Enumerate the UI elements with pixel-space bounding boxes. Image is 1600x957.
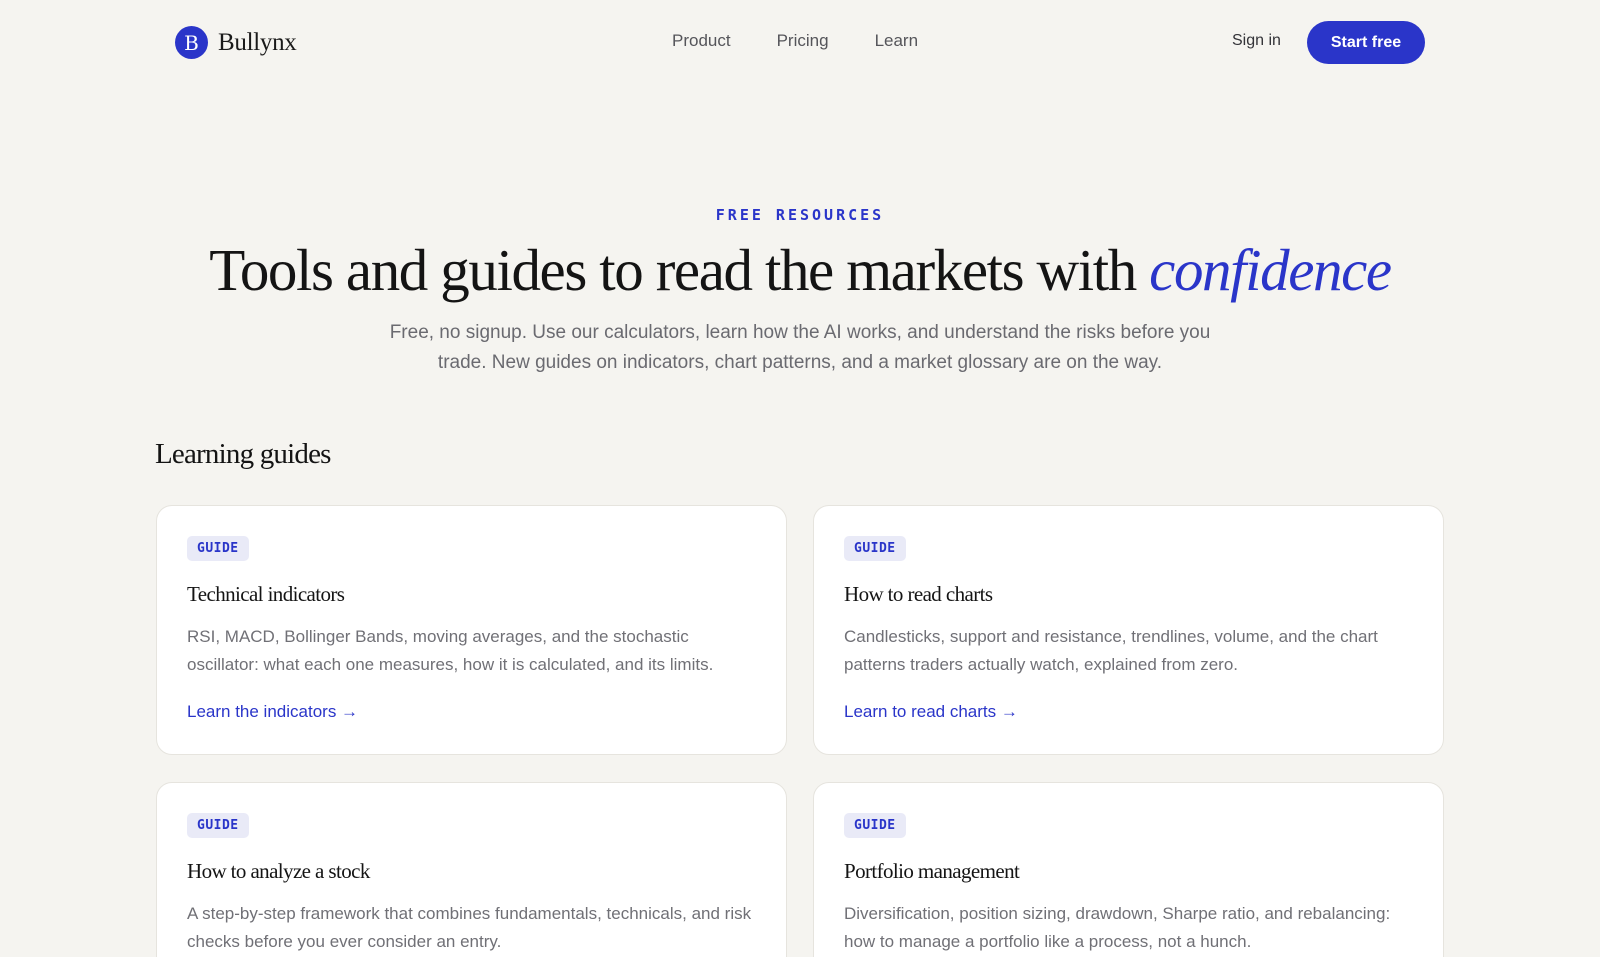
- guide-card-description: Diversification, position sizing, drawdo…: [844, 904, 1391, 951]
- nav-item-pricing[interactable]: Pricing: [777, 31, 829, 51]
- guide-card-description: Candlesticks, support and resistance, tr…: [844, 627, 1378, 674]
- guide-badge: GUIDE: [187, 813, 249, 838]
- main-nav: Product Pricing Learn: [672, 31, 964, 51]
- brand-logo-icon: B: [175, 26, 208, 59]
- guide-card-title: Technical indicators: [187, 582, 345, 606]
- guide-card-portfolio-management[interactable]: GUIDE Portfolio management Diversificati…: [813, 782, 1444, 957]
- sign-in-link[interactable]: Sign in: [1232, 32, 1281, 50]
- brand-name: Bullynx: [218, 28, 297, 56]
- guide-card-description: A step-by-step framework that combines f…: [187, 904, 752, 951]
- start-free-button[interactable]: Start free: [1307, 21, 1425, 64]
- hero-title: Tools and guides to read the markets wit…: [0, 236, 1600, 305]
- hero-title-accent: confidence: [1149, 237, 1392, 303]
- brand-logo-link[interactable]: B Bullynx: [175, 26, 297, 59]
- guide-card-technical-indicators[interactable]: GUIDE Technical indicators RSI, MACD, Bo…: [156, 505, 787, 755]
- learn-indicators-link[interactable]: Learn the indicators →: [187, 702, 358, 722]
- nav-item-product[interactable]: Product: [672, 31, 731, 51]
- hero-eyebrow: FREE RESOURCES: [715, 206, 885, 224]
- guide-badge: GUIDE: [844, 536, 906, 561]
- guide-card-title: How to analyze a stock: [187, 859, 370, 883]
- guide-card-read-charts[interactable]: GUIDE How to read charts Candlesticks, s…: [813, 505, 1444, 755]
- site-header: B Bullynx Product Pricing Learn Sign in …: [0, 0, 1600, 86]
- hero-subtitle: Free, no signup. Use our calculators, le…: [389, 322, 1211, 373]
- nav-item-learn[interactable]: Learn: [875, 31, 918, 51]
- guide-card-title: How to read charts: [844, 582, 993, 606]
- learn-read-charts-link[interactable]: Learn to read charts →: [844, 702, 1018, 722]
- section-title: Learning guides: [155, 438, 331, 470]
- guide-card-description: RSI, MACD, Bollinger Bands, moving avera…: [187, 627, 714, 674]
- guide-badge: GUIDE: [187, 536, 249, 561]
- hero-title-main: Tools and guides to read the markets wit…: [209, 237, 1150, 303]
- page: B Bullynx Product Pricing Learn Sign in …: [0, 0, 1600, 957]
- guide-card-title: Portfolio management: [844, 859, 1020, 883]
- guide-badge: GUIDE: [844, 813, 906, 838]
- guide-card-analyze-stock[interactable]: GUIDE How to analyze a stock A step-by-s…: [156, 782, 787, 957]
